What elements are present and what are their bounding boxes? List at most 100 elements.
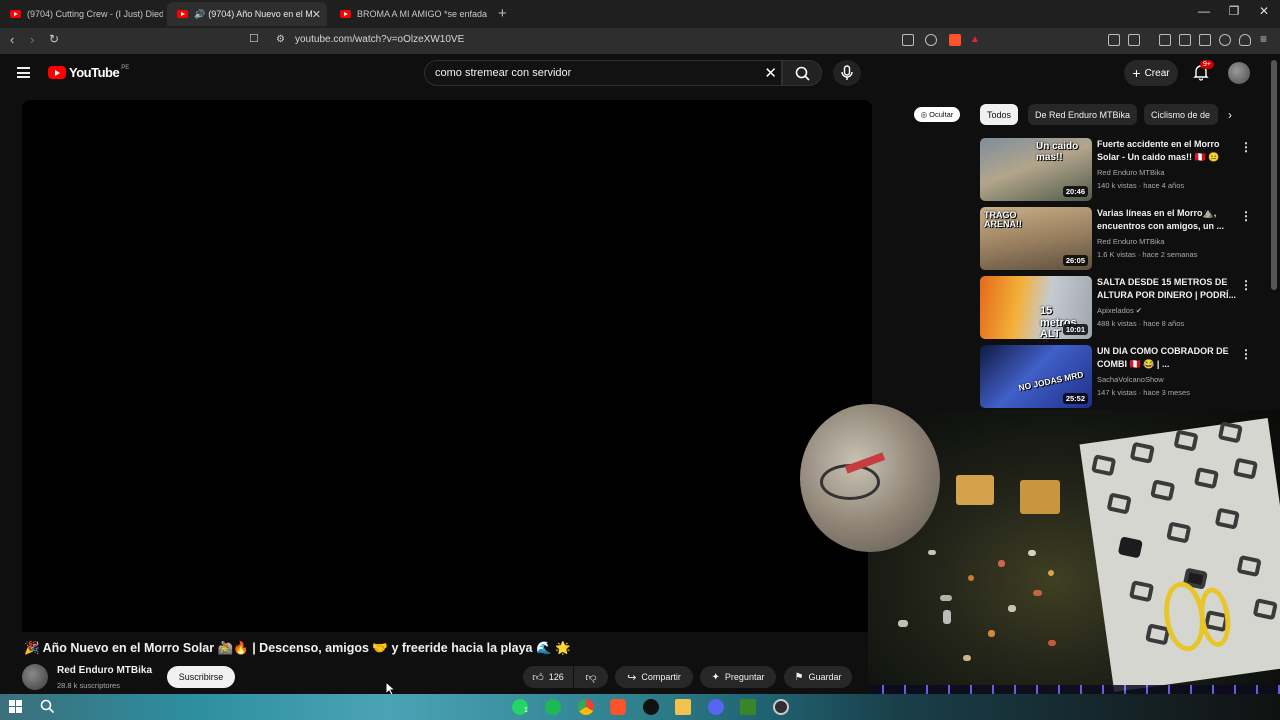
video-channel[interactable]: Red Enduro MTBika — [1097, 237, 1165, 246]
brave-shields-icon[interactable] — [949, 34, 961, 46]
search-input[interactable]: como stremear con servidor ✕ — [424, 60, 782, 86]
voice-search-button[interactable] — [833, 60, 861, 86]
eye-off-icon: ◎ — [920, 110, 928, 119]
minecraft-icon[interactable] — [740, 699, 756, 715]
music-icon[interactable] — [1159, 34, 1171, 46]
tab-ano-nuevo[interactable]: 🔊 (9704) Año Nuevo en el M ✕ — [167, 2, 327, 26]
more-options-icon[interactable]: ⋮ — [1240, 278, 1252, 292]
plus-icon: + — [1132, 65, 1141, 81]
chip-channel[interactable]: De Red Enduro MTBika — [1028, 104, 1138, 125]
tab-cutting-crew[interactable]: (9704) Cutting Crew - (I Just) Died In — [0, 2, 163, 26]
video-duration: 20:46 — [1062, 186, 1088, 197]
related-video-item[interactable]: NO JODAS MRD 25:52 UN DIA COMO COBRADOR … — [980, 345, 1270, 409]
speaker-icon: 🔊 — [194, 8, 206, 19]
video-channel[interactable]: Red Enduro MTBika — [1097, 168, 1165, 177]
menu-icon[interactable]: ≡ — [1260, 32, 1267, 46]
hide-overlay-button[interactable]: ◎ Ocultar — [914, 107, 960, 122]
wallet-icon[interactable] — [1199, 34, 1211, 46]
obs-icon[interactable] — [773, 699, 789, 715]
dislike-button[interactable]: 👎︎ — [574, 666, 608, 688]
chrome-icon[interactable] — [578, 699, 594, 715]
tab-broma[interactable]: BROMA A MI AMIGO *se enfada mu — [330, 2, 490, 26]
chevron-right-icon[interactable]: › — [1228, 108, 1232, 122]
clear-search-icon[interactable]: ✕ — [764, 64, 777, 82]
files-icon[interactable] — [675, 699, 691, 715]
taskbar-search-icon[interactable] — [40, 699, 55, 714]
thumbnail-text: TRAGO ARENA!! — [984, 210, 1022, 230]
close-window-icon[interactable]: ✕ — [1249, 4, 1279, 18]
brave-rewards-icon[interactable]: ▲ — [970, 34, 980, 45]
save-button[interactable]: ⚑ Guardar — [784, 666, 852, 688]
country-code: PE — [121, 65, 130, 71]
chip-all[interactable]: Todos — [980, 104, 1019, 125]
subscribe-button[interactable]: Suscribirse — [167, 666, 235, 688]
related-video-item[interactable]: Un caido mas!! 20:46 Fuerte accidente en… — [980, 138, 1270, 202]
page-scrollbar[interactable] — [1271, 60, 1277, 290]
leo-ai-icon[interactable] — [1219, 34, 1231, 46]
tab-title: BROMA A MI AMIGO *se enfada mu — [357, 9, 490, 19]
whatsapp-count: 1 — [524, 707, 528, 714]
share-label: Compartir — [641, 672, 681, 682]
sidebar-icon[interactable] — [1179, 34, 1191, 46]
ask-button[interactable]: ✦ Preguntar — [700, 666, 776, 688]
windows-start-icon[interactable] — [9, 700, 22, 713]
video-title[interactable]: UN DIA COMO COBRADOR DE COMBI 🇵🇪 😂 | ... — [1097, 345, 1237, 371]
tiktok-icon[interactable] — [643, 699, 659, 715]
more-options-icon[interactable]: ⋮ — [1240, 140, 1252, 154]
search-value: como stremear con servidor — [435, 67, 572, 79]
minimize-icon[interactable]: — — [1189, 4, 1219, 18]
channel-name[interactable]: Red Enduro MTBika — [57, 665, 152, 676]
video-duration: 25:52 — [1062, 393, 1088, 404]
new-tab-icon[interactable]: + — [498, 5, 507, 22]
like-count: 126 — [548, 672, 564, 682]
youtube-favicon-icon — [10, 10, 21, 18]
microphone-icon — [841, 65, 853, 80]
related-video-item[interactable]: TRAGO ARENA!! 26:05 Varias líneas en el … — [980, 207, 1270, 271]
windows-taskbar: 1 — [0, 694, 1280, 720]
forward-icon[interactable]: › — [30, 32, 34, 47]
hamburger-menu-icon[interactable] — [17, 67, 30, 78]
search-button[interactable] — [782, 60, 822, 86]
back-icon[interactable]: ‹ — [10, 32, 14, 47]
video-title[interactable]: Varias líneas en el Morro⛰️, encuentros … — [1097, 207, 1237, 233]
account-avatar[interactable] — [1228, 62, 1250, 84]
video-title[interactable]: SALTA DESDE 15 METROS DE ALTURA POR DINE… — [1097, 276, 1237, 302]
discord-icon[interactable] — [708, 699, 724, 715]
screenshot-icon[interactable] — [1128, 34, 1140, 46]
more-options-icon[interactable]: ⋮ — [1240, 347, 1252, 361]
related-video-item[interactable]: 15 metros ALT 10:01 SALTA DESDE 15 METRO… — [980, 276, 1270, 340]
site-info-icon[interactable]: ⚙ — [276, 34, 285, 45]
close-tab-icon[interactable]: ✕ — [312, 8, 321, 21]
video-thumbnail[interactable]: NO JODAS MRD 25:52 — [980, 345, 1092, 408]
thumbs-up-icon: 👍︎ — [532, 671, 544, 684]
brave-icon[interactable] — [610, 699, 626, 715]
video-title[interactable]: Fuerte accidente en el Morro Solar - Un … — [1097, 138, 1237, 164]
cast-icon[interactable] — [902, 34, 914, 46]
like-button[interactable]: 👍︎ 126 — [523, 666, 573, 688]
youtube-favicon-icon — [177, 10, 188, 18]
youtube-logo[interactable]: YouTube PE — [48, 65, 129, 80]
thumbnail-text: NO JODAS MRD — [1017, 369, 1085, 393]
chip-cycling[interactable]: Ciclismo de de — [1144, 104, 1218, 125]
video-duration: 26:05 — [1062, 255, 1088, 266]
bookmark-icon[interactable]: ☐ — [249, 32, 259, 45]
vpn-icon[interactable] — [1239, 34, 1251, 46]
share-page-icon[interactable] — [925, 34, 937, 46]
extensions-icon[interactable] — [1108, 34, 1120, 46]
reload-icon[interactable]: ↻ — [49, 32, 59, 46]
more-options-icon[interactable]: ⋮ — [1240, 209, 1252, 223]
create-button[interactable]: + Crear — [1124, 60, 1178, 86]
cutting-board — [1079, 417, 1280, 693]
video-thumbnail[interactable]: TRAGO ARENA!! 26:05 — [980, 207, 1092, 270]
video-thumbnail[interactable]: Un caido mas!! 20:46 — [980, 138, 1092, 201]
maximize-icon[interactable]: ❐ — [1219, 4, 1249, 18]
video-player[interactable] — [22, 100, 872, 632]
video-channel[interactable]: SachaVolcanoShow — [1097, 375, 1164, 384]
video-channel[interactable]: Apixelados ✔ — [1097, 306, 1142, 315]
spotify-icon[interactable] — [545, 699, 561, 715]
channel-avatar[interactable] — [22, 664, 48, 690]
video-thumbnail[interactable]: 15 metros ALT 10:01 — [980, 276, 1092, 339]
share-button[interactable]: ↪ Compartir — [615, 666, 693, 688]
url-field[interactable]: youtube.com/watch?v=oOlzeXW10VE — [295, 34, 464, 45]
save-label: Guardar — [808, 672, 842, 682]
